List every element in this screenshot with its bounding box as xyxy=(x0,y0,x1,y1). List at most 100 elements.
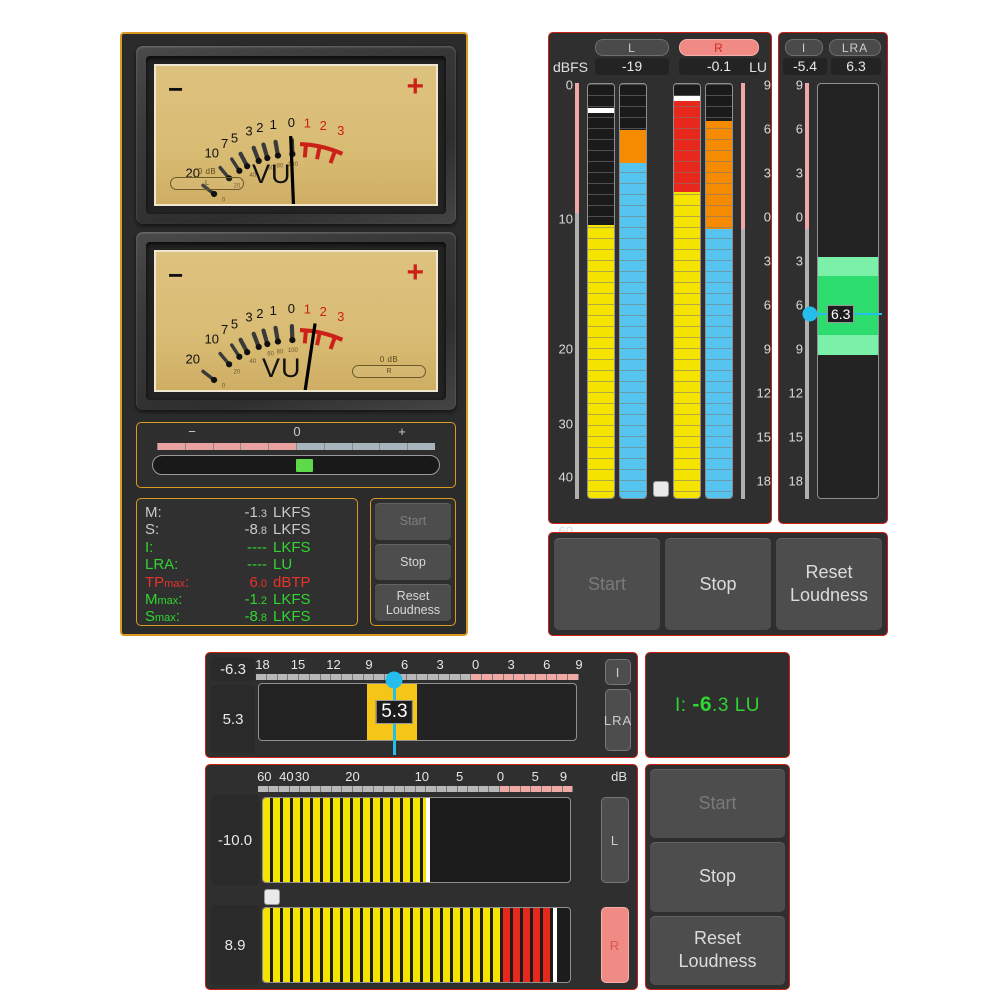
tick xyxy=(374,674,386,680)
lra-left-value: -6.3 xyxy=(211,657,255,681)
loudness-row-value: -1.3 xyxy=(244,504,267,521)
loudness-row-value: -1.2 xyxy=(244,591,267,609)
gain-slider-panel: − 0 + xyxy=(136,422,456,488)
scale-tick-label: 9 xyxy=(763,341,771,357)
tick xyxy=(482,674,493,680)
db-unit-label: dB xyxy=(611,769,627,784)
lra-toggle-button[interactable]: LRA xyxy=(604,689,631,751)
tick xyxy=(352,674,364,680)
tick xyxy=(321,786,332,792)
vu-ref-left: 0 dB L xyxy=(170,167,244,190)
gain-center-label: 0 xyxy=(293,424,301,439)
svg-text:3: 3 xyxy=(337,309,344,324)
vu-channel-pill-left[interactable]: L xyxy=(170,177,244,190)
tick xyxy=(471,674,483,680)
reset-line-1: Reset xyxy=(396,588,430,603)
reset-line-2: Loudness xyxy=(385,602,441,617)
horizontal-meter-l-bar xyxy=(263,798,426,882)
meter-r-momentary-orange xyxy=(706,121,732,229)
meter-l-momentary xyxy=(619,83,647,499)
scale-tick-label: 9 xyxy=(763,77,771,93)
reset-line-1: Reset xyxy=(805,562,853,582)
svg-text:40: 40 xyxy=(249,359,256,365)
tick xyxy=(531,786,542,792)
stop-button[interactable]: Stop xyxy=(650,842,785,912)
start-button[interactable]: Start xyxy=(650,769,785,839)
start-button[interactable]: Start xyxy=(554,538,660,630)
gain-slider-thumb[interactable] xyxy=(296,459,313,472)
loudness-row-unit: LKFS xyxy=(273,591,311,609)
reset-loudness-button[interactable]: Reset Loudness xyxy=(650,915,785,985)
channel-button-l[interactable]: L xyxy=(601,797,629,883)
svg-text:5: 5 xyxy=(231,316,238,331)
transport-buttons-small: Start Stop Reset Loudness xyxy=(370,498,456,626)
lra-range-meter xyxy=(817,83,879,499)
gain-slider-track[interactable] xyxy=(152,455,440,475)
tick xyxy=(266,674,278,680)
stop-button[interactable]: Stop xyxy=(375,543,451,581)
tick xyxy=(309,674,321,680)
loudness-row-value: 6.0 xyxy=(249,573,267,591)
tick xyxy=(499,786,510,792)
vertical-meters-panel: L R dBFS -19 -0.1 LU 0 10 20 30 40 60 9 … xyxy=(548,32,888,636)
reset-loudness-button[interactable]: Reset Loudness xyxy=(375,584,451,622)
tick xyxy=(447,786,458,792)
lra-toggle-button[interactable]: LRA xyxy=(829,39,881,56)
tick xyxy=(288,674,300,680)
scale-tick-label: 0 xyxy=(795,209,803,225)
vu-logo-right: VU xyxy=(262,353,302,383)
tick xyxy=(439,674,450,680)
vu-channel-pill-right[interactable]: R xyxy=(352,365,426,378)
integrated-label: I: xyxy=(675,695,687,716)
tick xyxy=(428,674,440,680)
lu-tick-top xyxy=(741,83,745,229)
tick xyxy=(256,674,267,680)
scale-tick-label: 3 xyxy=(795,165,803,181)
loudness-row: M: -1.3 LKFS xyxy=(145,504,349,522)
lra-marker-dot[interactable] xyxy=(802,306,818,322)
gain-slider-ticks xyxy=(157,443,435,450)
ilra-tick-bottom xyxy=(805,229,809,499)
meter-r-peak-bar xyxy=(674,191,700,498)
loudness-row-unit: LKFS xyxy=(273,504,311,521)
meter-reset-square-button[interactable] xyxy=(264,889,280,905)
channel-button-r[interactable]: R xyxy=(679,39,759,56)
transport-buttons-large: Start Stop Reset Loudness xyxy=(548,532,888,636)
tick xyxy=(331,786,342,792)
scale-tick-label: 18 xyxy=(788,473,803,489)
stop-button[interactable]: Stop xyxy=(665,538,771,630)
scale-tick-label: 20 xyxy=(345,769,360,784)
loudness-row-label: Mmax: xyxy=(145,591,183,609)
lra-bottom-value: 5.3 xyxy=(211,685,255,753)
svg-text:20: 20 xyxy=(234,370,241,376)
tick xyxy=(415,786,426,792)
i-toggle-button[interactable]: I xyxy=(785,39,823,56)
tick xyxy=(373,786,384,792)
loudness-row-label: M: xyxy=(145,504,162,521)
lra-value-readout: 6.3 xyxy=(831,58,881,75)
reset-loudness-button[interactable]: Reset Loudness xyxy=(776,538,882,630)
channel-button-r[interactable]: R xyxy=(601,907,629,983)
i-toggle-button[interactable]: I xyxy=(605,659,631,685)
loudness-row-unit: LKFS xyxy=(273,538,311,556)
loudness-row-label: TPmax: xyxy=(145,573,190,591)
meter-r-momentary-bar xyxy=(706,228,732,498)
scale-tick-label: 0 xyxy=(763,209,771,225)
tick xyxy=(258,786,269,792)
horizontal-db-box: 60 40 30 20 10 5 0 5 9 dB -10.0 L 8.9 R xyxy=(205,764,638,990)
meter-reset-square-button[interactable] xyxy=(653,481,669,497)
horizontal-lra-marker-dot[interactable] xyxy=(385,671,403,689)
tick xyxy=(514,674,526,680)
tick xyxy=(352,786,363,792)
loudness-row: I: ---- LKFS xyxy=(145,538,349,557)
start-button[interactable]: Start xyxy=(375,503,451,540)
horizontal-db-ticks xyxy=(258,786,573,792)
integrated-value: -6 xyxy=(692,693,713,716)
lu-unit-label: LU xyxy=(749,59,767,75)
channel-button-l[interactable]: L xyxy=(595,39,669,56)
tick xyxy=(503,674,515,680)
tick xyxy=(568,674,579,680)
svg-text:5: 5 xyxy=(231,130,238,145)
tick xyxy=(417,674,429,680)
scale-tick-label: 20 xyxy=(558,341,573,357)
